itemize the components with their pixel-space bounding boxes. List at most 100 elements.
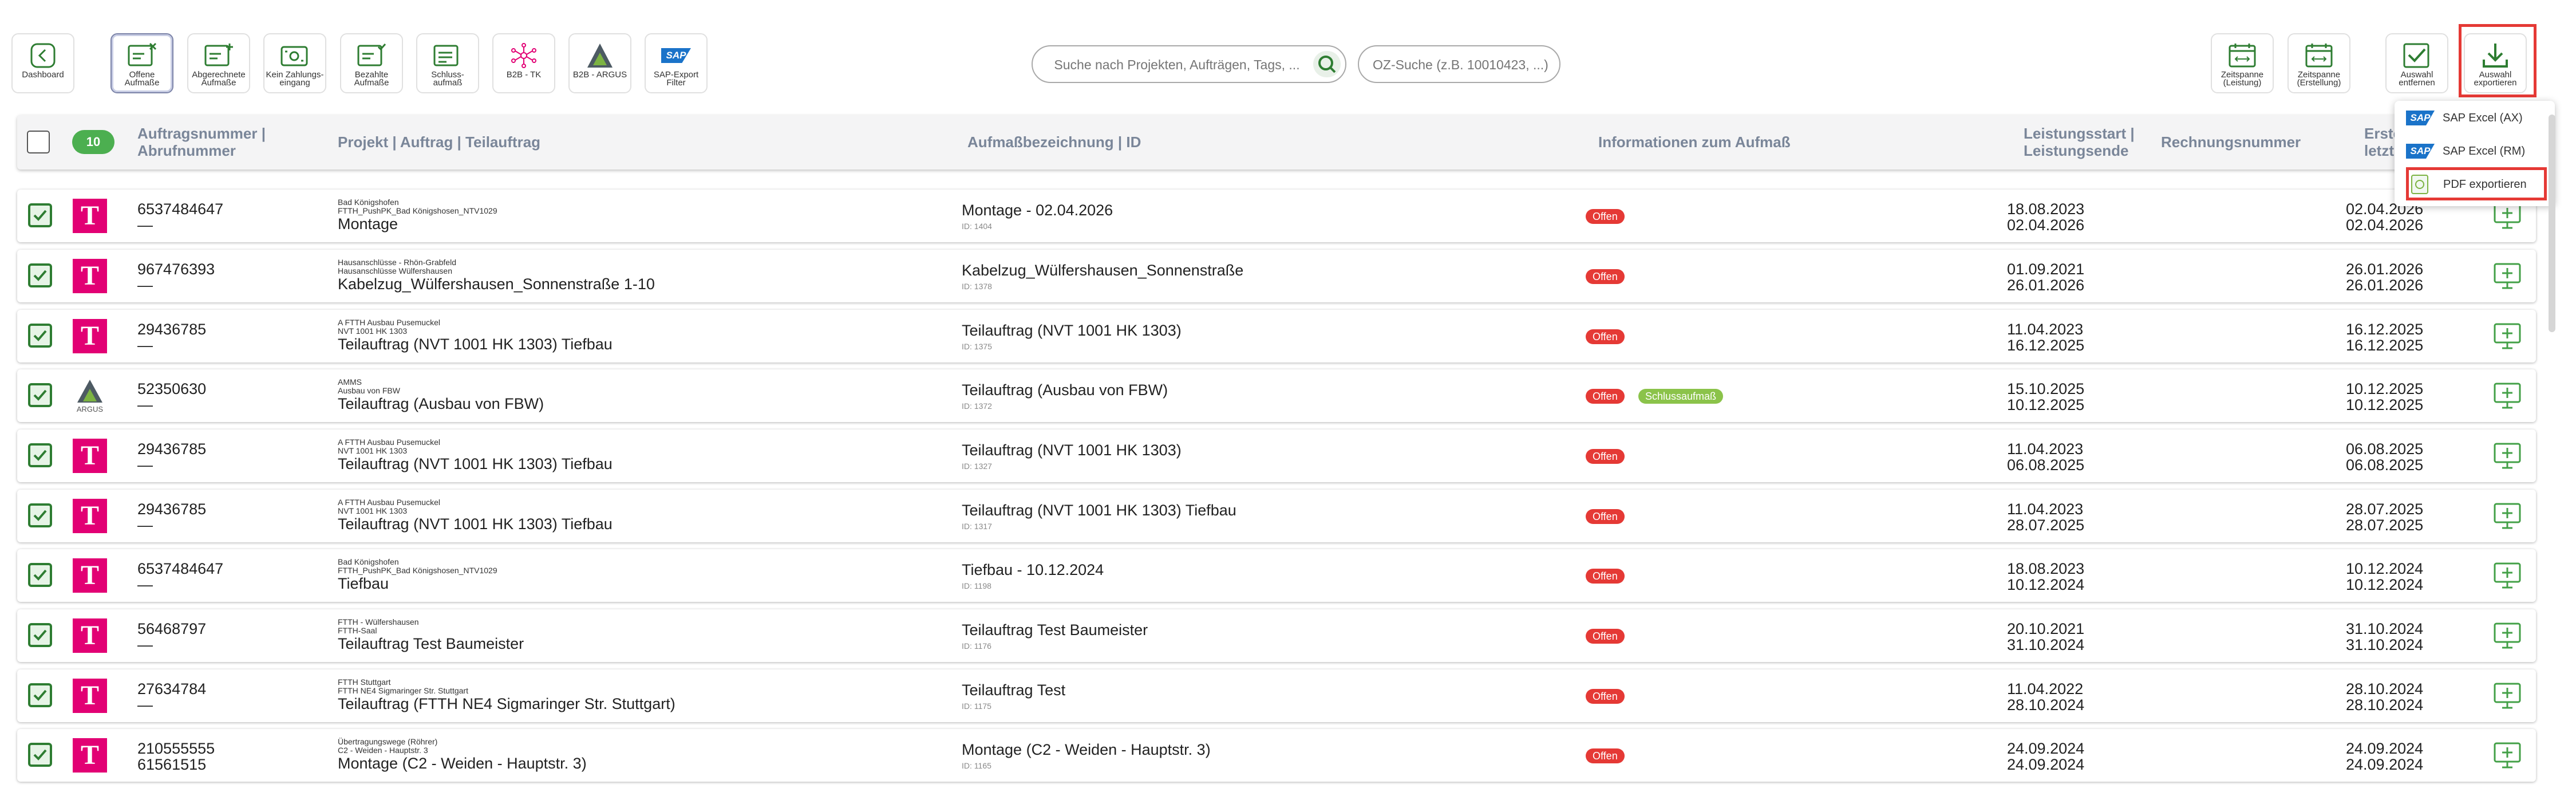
row-checkbox[interactable]: [28, 623, 52, 647]
erstellt-datum: 10.12.2025: [2346, 380, 2424, 397]
search-input[interactable]: [1050, 53, 1304, 76]
table-row[interactable]: T 27634784— FTTH Stuttgart FTTH NE4 Sigmari…: [17, 669, 2536, 722]
letzte-aenderung: 16.12.2025: [2346, 337, 2424, 354]
auswahl-entfernen-button[interactable]: Auswahl entfernen: [2385, 33, 2448, 93]
row-checkbox[interactable]: [28, 443, 52, 467]
table-header: 10 Auftragsnummer | Abrufnummer Projekt …: [17, 115, 2536, 170]
monitor-plus-icon: [2494, 562, 2521, 589]
schlussaufmass-button[interactable]: Schluss- aufmaß: [416, 33, 479, 93]
row-checkbox[interactable]: [28, 683, 52, 707]
add-to-screen-button[interactable]: [2493, 322, 2522, 350]
add-to-screen-button[interactable]: [2493, 622, 2522, 649]
table-row[interactable]: ARGUS 52350630— AMMS Ausbau von FBW Teilauft…: [17, 369, 2536, 422]
table-row[interactable]: T 967476393— Hausanschlüsse - Rhön-Grabfel…: [17, 250, 2536, 302]
abrufnummer: —: [137, 517, 153, 534]
aufmass-bezeichnung: Tiefbau - 10.12.2024: [962, 561, 1104, 578]
row-checkbox[interactable]: [28, 324, 52, 348]
bezahlte-aufmasse-button[interactable]: Bezahlte Aufmaße: [340, 33, 403, 93]
svg-text:ARGUS: ARGUS: [77, 405, 104, 413]
oz-search-input[interactable]: [1372, 53, 1551, 76]
row-checkbox[interactable]: [28, 203, 52, 227]
table-row[interactable]: T 29436785— A FTTH Ausbau Pusemuckel NVT 10…: [17, 490, 2536, 542]
add-to-screen-button[interactable]: [2493, 682, 2522, 710]
calendar-range-icon: [2227, 42, 2257, 69]
add-to-screen-button[interactable]: [2493, 562, 2522, 589]
header-auftragsnummer[interactable]: Auftragsnummer |: [137, 124, 266, 143]
add-to-screen-button[interactable]: [2493, 382, 2522, 409]
abrufnummer: —: [137, 337, 153, 354]
abgerechnete-aufmasse-button[interactable]: Abgerechnete Aufmaße: [187, 33, 250, 93]
no-payment-icon: [280, 42, 310, 69]
telekom-logo: T: [73, 679, 107, 713]
row-checkbox[interactable]: [28, 503, 52, 527]
status-badge: Offen: [1586, 389, 1625, 404]
leistungsende: 28.07.2025: [2007, 517, 2085, 534]
offene-aufmasse-button[interactable]: Offene Aufmaße: [110, 33, 173, 93]
table-row[interactable]: T 29436785— A FTTH Ausbau Pusemuckel NVT 10…: [17, 310, 2536, 362]
teilauftrag-name: Kabelzug_Wülfershausen_Sonnenstraße 1-10: [338, 275, 655, 293]
erstellt-datum: 31.10.2024: [2346, 620, 2424, 637]
selected-count-badge: 10: [72, 130, 114, 154]
checkmark-icon: [33, 629, 47, 641]
header-leistungsende[interactable]: Leistungsende: [2024, 141, 2128, 160]
b2b-tk-button[interactable]: B2B - TK: [492, 33, 555, 93]
aufmass-id: ID: 1372: [962, 401, 992, 411]
row-checkbox[interactable]: [28, 383, 52, 407]
abrufnummer: —: [137, 396, 153, 413]
sap-export-filter-button[interactable]: SAP SAP-Export Filter: [645, 33, 708, 93]
abrufnummer: —: [137, 576, 153, 593]
menu-item-sap-excel-ax[interactable]: SAP SAP Excel (AX): [2406, 104, 2523, 132]
checkmark-icon: [33, 450, 47, 461]
dashboard-button[interactable]: Dashboard: [11, 33, 74, 93]
aufmass-bezeichnung: Teilauftrag (NVT 1001 HK 1303) Tiefbau: [962, 502, 1236, 519]
row-checkbox[interactable]: [28, 563, 52, 587]
row-checkbox[interactable]: [28, 743, 52, 767]
checkbox-checked-icon: [2402, 42, 2432, 69]
header-letzte[interactable]: letzt: [2364, 141, 2394, 160]
sap-logo-icon: SAP: [2406, 111, 2435, 125]
erstellt-datum: 10.12.2024: [2346, 560, 2424, 577]
monitor-plus-icon: [2494, 323, 2521, 349]
add-to-screen-button[interactable]: [2493, 502, 2522, 530]
menu-item-sap-excel-rm[interactable]: SAP SAP Excel (RM): [2406, 137, 2525, 165]
leistungsende: 28.10.2024: [2007, 696, 2085, 714]
header-aufmass[interactable]: Aufmaßbezeichnung | ID: [967, 133, 1141, 151]
add-to-screen-button[interactable]: [2493, 202, 2522, 230]
header-abrufnummer[interactable]: Abrufnummer: [137, 141, 236, 160]
header-projekt[interactable]: Projekt | Auftrag | Teilauftrag: [338, 133, 540, 151]
billed-measurement-icon: [204, 42, 234, 69]
table-row[interactable]: T 56468797— FTTH - Wülfershausen FTTH-Saal T…: [17, 609, 2536, 662]
zeitspanne-erstellung-label: Zeitspanne (Erstellung): [2297, 70, 2341, 88]
abgerechnete-aufmasse-label: Abgerechnete Aufmaße: [192, 70, 246, 88]
search-button[interactable]: [1313, 51, 1341, 77]
table-row[interactable]: T 6537484647— Bad Königshofen FTTH_PushPK_B…: [17, 190, 2536, 242]
auftragsnummer: 52350630—: [137, 380, 207, 413]
scrollbar[interactable]: [2549, 115, 2555, 332]
monitor-plus-icon: [2494, 503, 2521, 529]
add-to-screen-button[interactable]: [2493, 742, 2522, 769]
kein-zahlungseingang-button[interactable]: Kein Zahlungs- eingang: [263, 33, 326, 93]
leistungsende: 16.12.2025: [2007, 337, 2085, 354]
search-box: [1032, 45, 1346, 83]
projekt-info: A FTTH Ausbau Pusemuckel NVT 1001 HK 1303: [338, 318, 440, 336]
table-row[interactable]: T 29436785— A FTTH Ausbau Pusemuckel NVT 10…: [17, 429, 2536, 482]
add-to-screen-button[interactable]: [2493, 442, 2522, 470]
header-leistungsstart[interactable]: Leistungsstart |: [2024, 124, 2135, 143]
b2b-tk-label: B2B - TK: [506, 70, 542, 80]
header-rechnungsnummer[interactable]: Rechnungsnummer: [2161, 133, 2301, 151]
table-row[interactable]: T 210555555 61561515 Übertragungswege (Röhr…: [17, 729, 2536, 782]
row-checkbox[interactable]: [28, 263, 52, 287]
auftragsnummer: 6537484647—: [137, 200, 224, 234]
kein-zahlungseingang-label: Kein Zahlungs- eingang: [266, 70, 324, 88]
table-row[interactable]: T 6537484647— Bad Königshofen FTTH_PushPK_B…: [17, 549, 2536, 602]
b2b-argus-button[interactable]: B2B - ARGUS: [568, 33, 631, 93]
zeitspanne-leistung-button[interactable]: Zeitspanne (Leistung): [2211, 33, 2274, 93]
zeitspanne-erstellung-button[interactable]: Zeitspanne (Erstellung): [2287, 33, 2350, 93]
select-all-checkbox[interactable]: [27, 131, 50, 153]
header-info[interactable]: Informationen zum Aufmaß: [1598, 133, 1791, 151]
network-icon: [509, 42, 539, 69]
auftragsnummer: 29436785—: [137, 321, 207, 354]
aufmass-bezeichnung: Kabelzug_Wülfershausen_Sonnenstraße: [962, 262, 1244, 279]
add-to-screen-button[interactable]: [2493, 262, 2522, 290]
telekom-logo: T: [73, 618, 107, 653]
